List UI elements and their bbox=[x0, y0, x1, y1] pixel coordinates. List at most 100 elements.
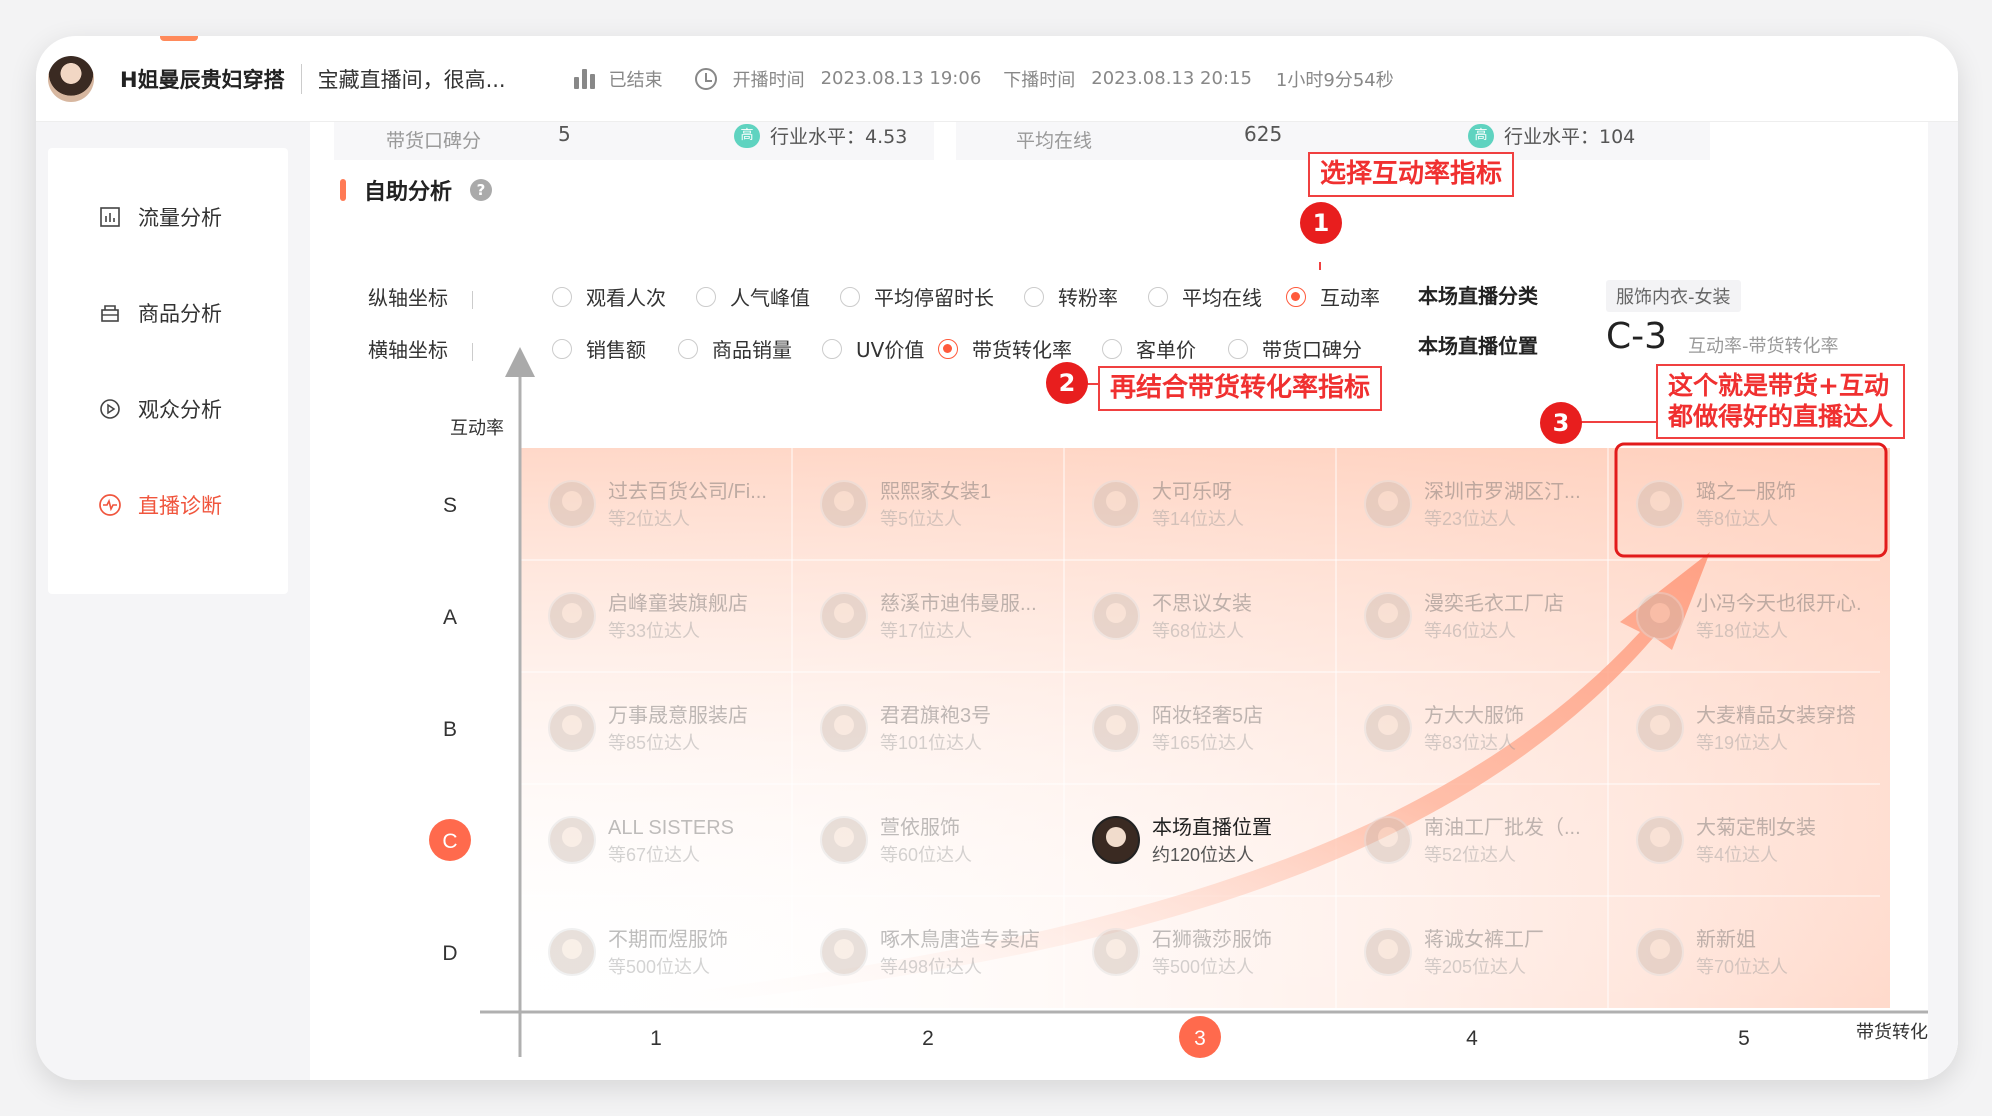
cell-name: 慈溪市迪伟曼服... bbox=[880, 592, 1037, 615]
annotation-3-badge: 3 bbox=[1540, 402, 1582, 444]
rating-matrix-chart: 过去百货公司/Fi... 等2位达人 熙熙家女装1 等5位达人 大可乐呀等14位达人 深圳… bbox=[429, 262, 1958, 1058]
cell-name: 南油工厂批发（... bbox=[1424, 816, 1581, 839]
sidebar-item-traffic[interactable]: 流量分析 bbox=[98, 202, 222, 232]
cell-count: 等500位达人 bbox=[1152, 957, 1254, 977]
cell-name: 陌妆轻奢5店 bbox=[1152, 704, 1263, 727]
cell-count: 等2位达人 bbox=[608, 509, 690, 529]
x-tick-label: 4 bbox=[1466, 1027, 1478, 1050]
cell-count: 等500位达人 bbox=[608, 957, 710, 977]
annotation-1-badge: 1 bbox=[1300, 202, 1342, 244]
room-title[interactable]: 宝藏直播间，很高... bbox=[318, 64, 506, 94]
avatar-face bbox=[834, 491, 854, 511]
x-tick-label: 5 bbox=[1738, 1027, 1750, 1050]
live-status: 已结束 bbox=[608, 69, 663, 91]
cell-name: 石狮薇莎服饰 bbox=[1152, 928, 1272, 951]
avatar-face bbox=[1106, 939, 1126, 959]
sidebar-item-audience[interactable]: 观众分析 bbox=[98, 394, 222, 424]
annotation-3-line2: 都做得好的直播达人 bbox=[1668, 402, 1894, 432]
chart-y-label: 互动率 bbox=[450, 418, 504, 438]
y-tick-label: D bbox=[442, 942, 457, 965]
sidebar: 流量分析 商品分析 观众分析 直播诊断 bbox=[48, 148, 288, 594]
avatar-face bbox=[1106, 491, 1126, 511]
cell-count: 等165位达人 bbox=[1152, 733, 1254, 753]
cell-name: 方大大服饰 bbox=[1424, 704, 1524, 727]
cell-count: 等83位达人 bbox=[1424, 733, 1516, 753]
cell-name: 璐之一服饰 bbox=[1696, 480, 1796, 503]
avatar-face bbox=[562, 939, 582, 959]
cell-name: 大可乐呀 bbox=[1152, 480, 1232, 503]
avatar-face bbox=[1106, 603, 1126, 623]
avatar-face bbox=[1650, 603, 1670, 623]
app-window: H姐曼辰贵妇穿搭 宝藏直播间，很高... 已结束 开播时间 2023.08.13… bbox=[36, 36, 1958, 1080]
cell-count: 等23位达人 bbox=[1424, 509, 1516, 529]
avatar-face bbox=[562, 827, 582, 847]
avatar-face bbox=[834, 939, 854, 959]
start-time-value: 2023.08.13 19:06 bbox=[820, 68, 982, 89]
cell-count: 等498位达人 bbox=[880, 957, 982, 977]
x-tick-label: 3 bbox=[1194, 1027, 1206, 1050]
cell-count: 等5位达人 bbox=[880, 509, 962, 529]
annotation-2-badge: 2 bbox=[1046, 362, 1088, 404]
cell-name: 啄木鳥唐造专卖店 bbox=[880, 928, 1040, 951]
play-circle-icon bbox=[98, 397, 122, 421]
avatar-face bbox=[1650, 491, 1670, 511]
cell-count: 等18位达人 bbox=[1696, 621, 1788, 641]
sidebar-item-label: 直播诊断 bbox=[138, 494, 222, 518]
clock-icon bbox=[694, 67, 717, 90]
avatar-face bbox=[1378, 603, 1398, 623]
cell-name: 君君旗袍3号 bbox=[880, 704, 991, 727]
avatar-face bbox=[1106, 715, 1126, 735]
top-accent-strip bbox=[160, 36, 198, 41]
duration-value: 1小时9分54秒 bbox=[1275, 69, 1394, 91]
avatar-face bbox=[562, 603, 582, 623]
sidebar-item-goods[interactable]: 商品分析 bbox=[98, 298, 222, 328]
cell-count: 等67位达人 bbox=[608, 845, 700, 865]
cell-count: 等17位达人 bbox=[880, 621, 972, 641]
sidebar-item-label: 观众分析 bbox=[138, 398, 222, 422]
avatar-face bbox=[562, 715, 582, 735]
annotation-1-label: 选择互动率指标 bbox=[1308, 152, 1515, 197]
avatar-face bbox=[1650, 939, 1670, 959]
y-tick-label: S bbox=[443, 494, 457, 517]
y-tick-label: B bbox=[443, 718, 457, 741]
cell-count: 等68位达人 bbox=[1152, 621, 1244, 641]
cell-count: 等52位达人 bbox=[1424, 845, 1516, 865]
cell-name: 蒋诚女裤工厂 bbox=[1424, 928, 1544, 951]
annotation-2-label: 再结合带货转化率指标 bbox=[1098, 366, 1383, 411]
avatar-face bbox=[1378, 827, 1398, 847]
cell-name: 大麦精品女装穿搭 bbox=[1696, 704, 1856, 727]
cell-name: 萱依服饰 bbox=[880, 816, 960, 839]
annotation-3-line1: 这个就是带货+互动 bbox=[1668, 371, 1889, 400]
cell-count: 等205位达人 bbox=[1424, 957, 1526, 977]
cell-count: 等19位达人 bbox=[1696, 733, 1788, 753]
cell-count: 等33位达人 bbox=[608, 621, 700, 641]
avatar-face bbox=[1650, 827, 1670, 847]
cell-name: 漫奕毛衣工厂店 bbox=[1424, 592, 1564, 615]
cell-name: 深圳市罗湖区汀... bbox=[1424, 480, 1581, 503]
avatar-face bbox=[834, 827, 854, 847]
streamer-name[interactable]: H姐曼辰贵妇穿搭 bbox=[120, 64, 285, 94]
cell-count: 等101位达人 bbox=[880, 733, 982, 753]
header-divider bbox=[300, 63, 302, 94]
streamer-avatar[interactable] bbox=[48, 55, 94, 102]
goods-icon bbox=[98, 301, 122, 325]
avatar-face bbox=[1378, 939, 1398, 959]
end-time-label: 下播时间 bbox=[1003, 69, 1076, 91]
main-panel: 带货口碑分 5 高 行业水平：4.53 平均在线 625 高 行业水平：104 … bbox=[310, 122, 1958, 1080]
annotation-3-label: 这个就是带货+互动 都做得好的直播达人 bbox=[1656, 364, 1906, 439]
bars-status-icon bbox=[573, 68, 595, 89]
sidebar-item-diagnosis[interactable]: 直播诊断 bbox=[98, 490, 222, 520]
bar-chart-icon bbox=[98, 205, 122, 229]
avatar-face bbox=[834, 603, 854, 623]
avatar-face bbox=[1106, 827, 1126, 847]
pulse-icon bbox=[98, 493, 122, 517]
y-tick-label: C bbox=[442, 830, 457, 853]
cell-name: 本场直播位置 bbox=[1152, 816, 1272, 839]
x-tick-label: 2 bbox=[922, 1027, 934, 1050]
cell-count: 等46位达人 bbox=[1424, 621, 1516, 641]
cell-name: 不思议女装 bbox=[1152, 592, 1252, 615]
cell-count: 等85位达人 bbox=[608, 733, 700, 753]
avatar-face bbox=[834, 715, 854, 735]
cell-count: 等14位达人 bbox=[1152, 509, 1244, 529]
cell-name: 启峰童装旗舰店 bbox=[608, 592, 748, 615]
